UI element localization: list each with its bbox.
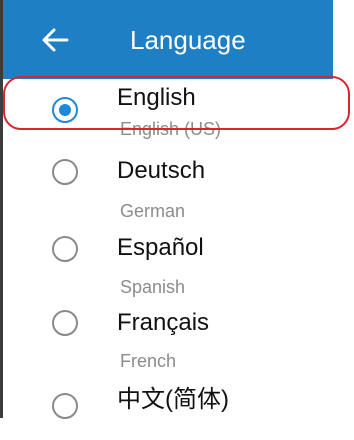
language-option-francais[interactable]: Français French (3, 295, 333, 371)
language-name: English (117, 84, 196, 111)
radio-unselected-icon[interactable] (52, 310, 78, 336)
radio-unselected-icon[interactable] (52, 393, 78, 419)
language-name: 中文(简体) (117, 386, 229, 413)
language-name: Français (117, 309, 210, 336)
radio-selected-icon[interactable] (52, 97, 78, 123)
side-strip (333, 0, 354, 418)
language-subtitle: German (120, 201, 186, 221)
language-subtitle: English (US) (120, 119, 222, 139)
back-arrow-icon[interactable] (40, 25, 70, 55)
page-title: Language (130, 25, 246, 55)
language-option-english[interactable]: English English (US) (3, 79, 333, 141)
language-subtitle: French (120, 351, 177, 371)
language-name: Deutsch (117, 157, 206, 184)
radio-dot (59, 104, 71, 116)
radio-unselected-icon[interactable] (52, 236, 78, 262)
language-option-chinese-simplified[interactable]: 中文(简体) (3, 378, 333, 440)
language-option-deutsch[interactable]: Deutsch German (3, 141, 333, 221)
radio-unselected-icon[interactable] (52, 159, 78, 185)
language-name: Español (117, 234, 204, 261)
app-header: Language (3, 0, 333, 79)
language-option-espanol[interactable]: Español Spanish (3, 221, 333, 297)
